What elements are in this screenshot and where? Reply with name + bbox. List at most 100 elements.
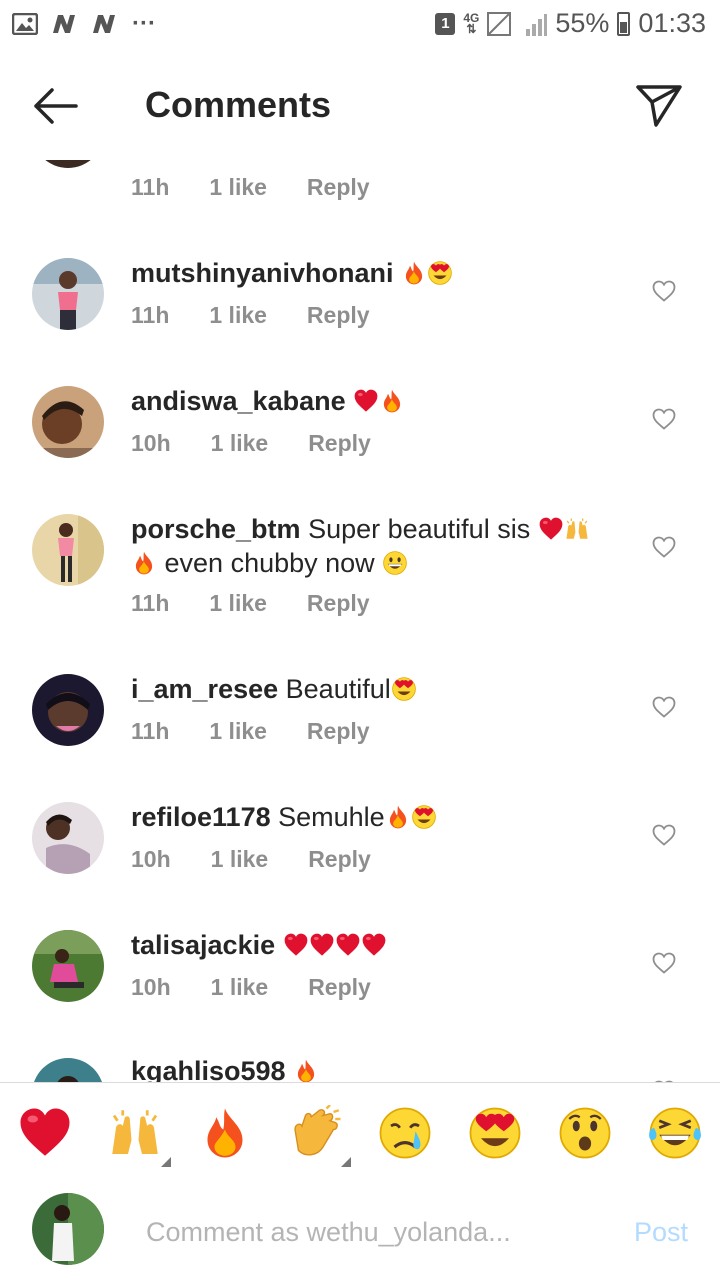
avatar[interactable] [32,160,104,168]
reply-button[interactable]: Reply [307,302,370,329]
comment-text: i_am_resee Beautiful [131,672,611,706]
fire-emoji [293,1058,319,1082]
comment-time: 10h [131,974,171,1000]
comment-username[interactable]: porsche_btm [131,514,301,544]
comment-username[interactable]: talisajackie [131,930,275,960]
reply-button[interactable]: Reply [307,174,370,201]
back-arrow-icon[interactable] [28,82,84,130]
comment-time: 11h [131,590,170,616]
comment-meta: 11h 1 like Reply [131,174,410,201]
comment-text: andiswa_kabane [131,384,611,418]
clock: 01:33 [638,8,706,38]
comment-list[interactable]: 11h 1 like Reply mutshinyanivhonani 11h … [0,160,720,1082]
network-n-icon [53,15,75,33]
comment-body: Super beautiful sis [308,514,531,544]
comment-likes[interactable]: 1 like [211,846,269,873]
like-heart-icon[interactable] [652,824,676,846]
tears-of-joy-emoji-button[interactable] [647,1105,703,1161]
comment-likes[interactable]: 1 like [209,718,267,745]
more-notifications-icon: ··· [132,10,156,37]
heart-eyes-emoji [391,676,417,702]
reply-button[interactable]: Reply [308,974,371,1001]
raising-hands-emoji-button[interactable] [107,1105,163,1161]
reply-button[interactable]: Reply [307,718,370,745]
surprised-face-emoji-button[interactable] [557,1105,613,1161]
red-heart-emoji [309,932,335,958]
comment-text: porsche_btm Super beautiful sis even chu… [131,512,611,580]
comment-item: talisajackie 10h 1 like Reply [0,922,720,1042]
comment-input[interactable] [144,1211,588,1253]
current-user-avatar [32,1193,104,1265]
heart-eyes-emoji [411,804,437,830]
red-heart-emoji-button[interactable] [17,1105,73,1161]
like-heart-icon[interactable] [652,280,676,302]
avatar[interactable] [32,514,104,586]
skin-tone-indicator [161,1157,171,1167]
like-heart-icon[interactable] [652,952,676,974]
comment-body-continued: even chubby now [164,548,375,578]
comment-likes[interactable]: 1 like [209,590,267,617]
fire-emoji-button[interactable] [197,1105,253,1161]
comment-item: refiloe1178 Semuhle 10h 1 like Reply [0,794,720,914]
raising-hands-emoji [564,516,590,542]
comment-username[interactable]: mutshinyanivhonani [131,258,394,288]
red-heart-emoji [538,516,564,542]
comment-item: kgahliso598 [0,1050,720,1082]
avatar[interactable] [32,1058,104,1082]
avatar[interactable] [32,802,104,874]
reply-button[interactable]: Reply [308,846,371,873]
signal-icon [487,11,512,36]
post-button[interactable]: Post [634,1217,688,1248]
battery-percent: 55% [555,8,610,38]
comment-likes[interactable]: 1 like [211,430,269,457]
comment-username[interactable]: kgahliso598 [131,1056,286,1082]
comment-text: talisajackie [131,928,611,962]
comment-likes[interactable]: 1 like [209,174,267,201]
comment-body: Semuhle [278,802,385,832]
like-heart-icon[interactable] [652,408,676,430]
sim-indicator: 1 [435,12,456,35]
comment-meta: 10h 1 like Reply [131,430,411,457]
comment-username[interactable]: i_am_resee [131,674,278,704]
comment-username[interactable]: refiloe1178 [131,802,271,832]
like-heart-icon[interactable] [652,536,676,558]
notification-icons: ··· [12,10,156,38]
comment-text: mutshinyanivhonani [131,256,611,290]
comment-time: 11h [131,302,170,328]
quick-emoji-bar [0,1082,720,1182]
comment-item: i_am_resee Beautiful 11h 1 like Reply [0,666,720,786]
fire-emoji [131,550,157,576]
red-heart-emoji [283,932,309,958]
fire-emoji [385,804,411,830]
comment-composer: Post [0,1181,720,1280]
reply-button[interactable]: Reply [307,590,370,617]
comment-meta: 11h 1 like Reply [131,590,410,617]
network-n-icon [93,15,115,33]
avatar[interactable] [32,386,104,458]
reply-button[interactable]: Reply [308,430,371,457]
fire-emoji [379,388,405,414]
comment-meta: 10h 1 like Reply [131,974,411,1001]
avatar[interactable] [32,674,104,746]
direct-send-icon[interactable] [634,80,684,130]
heart-eyes-emoji-button[interactable] [467,1105,523,1161]
network-type: 4G ⇅ [463,12,479,35]
red-heart-emoji [335,932,361,958]
status-bar: ··· 1 4G ⇅ 55% 01:33 [0,0,720,50]
clapping-hands-emoji-button[interactable] [288,1105,344,1161]
comment-username[interactable]: andiswa_kabane [131,386,346,416]
avatar[interactable] [32,930,104,1002]
comment-meta: 11h 1 like Reply [131,302,410,329]
comment-likes[interactable]: 1 like [209,302,267,329]
comment-item: 11h 1 like Reply [0,160,720,210]
like-heart-icon[interactable] [652,696,676,718]
comment-likes[interactable]: 1 like [211,974,269,1001]
comment-item: porsche_btm Super beautiful sis even chu… [0,506,720,656]
skin-tone-indicator [341,1157,351,1167]
comment-time: 10h [131,846,171,872]
grinning-face-emoji [382,550,408,576]
comment-item: mutshinyanivhonani 11h 1 like Reply [0,250,720,370]
crying-face-emoji-button[interactable] [377,1105,433,1161]
avatar[interactable] [32,258,104,330]
comment-time: 11h [131,174,170,200]
